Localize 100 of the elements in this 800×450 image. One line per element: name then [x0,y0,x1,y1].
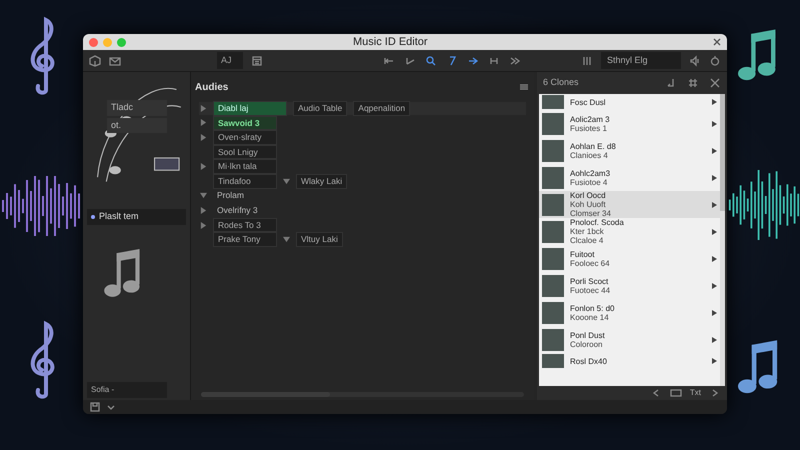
tag-label[interactable]: Wlaky Laki [296,174,348,189]
horizontal-scrollbar[interactable] [201,392,524,397]
levels-icon[interactable] [581,54,593,66]
photo-placeholder [542,140,564,162]
clone-text: Clanioes 4 [570,150,609,160]
tree-item[interactable]: Sool Lnigy [213,144,277,160]
photo-placeholder [542,166,564,188]
sound-wave-drawing [728,170,800,240]
fast-forward-icon[interactable] [509,54,521,66]
clone-list-item[interactable]: Rosl Dx40 [539,353,720,369]
chevron-right-icon[interactable] [712,202,717,208]
save-icon[interactable] [89,401,101,413]
tree-item[interactable]: Sawvoid 3 [213,116,277,130]
sidebar-item[interactable]: ot. [107,118,167,133]
expanded-arrow-icon[interactable] [283,236,290,244]
tree-item[interactable]: Prake Tony [213,232,277,248]
collapsed-arrow-icon[interactable] [200,163,206,170]
dropdown-field[interactable]: Sofia - [87,382,167,398]
chevron-right-icon[interactable] [712,256,717,262]
chevron-right-icon[interactable] [712,120,717,126]
clone-text: Fooloec 64 [570,258,611,268]
calendar-icon[interactable] [251,54,263,66]
speaker-icon[interactable] [689,54,701,66]
photo-placeholder [542,248,564,270]
collapsed-arrow-icon[interactable] [200,104,206,112]
clone-list-item[interactable]: Aohlan E. d8 Clanioes 4 [539,137,720,164]
clone-text: Fonlon 5: d0 [570,304,616,312]
clone-list-item[interactable]: Fuitoot Fooloec 64 [539,245,720,272]
photo-placeholder [542,220,564,242]
chevron-right-icon[interactable] [712,174,717,180]
close-icon[interactable] [713,38,721,46]
photo-placeholder [542,194,564,216]
clone-text: Kter 1bck [570,227,605,236]
tag-label[interactable]: Audio Table [293,100,348,116]
sidebar-item[interactable]: Plaslt tem [87,209,186,224]
photo-placeholder [542,302,564,324]
vertical-scrollbar[interactable] [720,94,725,386]
collapsed-arrow-icon[interactable] [200,222,206,229]
clone-text: Fusiotoe 4 [570,178,608,186]
tree-item[interactable]: Prolam [213,189,248,202]
number-field[interactable]: AJ [217,52,243,70]
keyboard-icon[interactable] [670,387,682,399]
collapsed-arrow-icon[interactable] [200,206,206,214]
clone-text: Fusiotes 1 [570,124,608,132]
tag-label[interactable]: Aqpenalition [353,100,410,116]
tag-label[interactable]: Vltuy Laki [296,232,343,248]
sidebar-item[interactable]: Tladc [107,100,167,116]
clone-text: Aohlan E. d8 [570,142,617,150]
clone-list-item[interactable]: Korl Oocd Koh Uuoft Clomser 34 [539,191,720,218]
tree-item[interactable]: Mi·lkn tala [213,159,277,174]
clone-text: Fuotoec 44 [570,286,612,294]
chevron-right-icon[interactable] [712,358,717,364]
chevron-right-icon[interactable] [712,282,717,288]
clone-text: Rosl Dx40 [570,356,608,366]
clone-text: Korl Oocd [570,191,607,200]
chevron-right-icon[interactable] [712,228,717,234]
clone-text: Kooone 14 [570,312,610,322]
clone-text: Fosc Dusl [570,98,607,106]
clone-list-item[interactable]: Fonlon 5: d0 Kooone 14 [539,299,720,326]
photo-placeholder [542,95,564,109]
play-icon[interactable] [467,54,479,66]
close-icon[interactable] [709,77,721,89]
chevron-right-icon[interactable] [712,310,717,316]
chevron-right-icon[interactable] [712,336,717,342]
clone-list-item[interactable]: Porli Scoct Fuotoec 44 [539,272,720,299]
clone-list-item[interactable]: Pnolocf. Scoda Kter 1bck Clcaloe 4 [539,218,720,245]
expanded-arrow-icon[interactable] [283,178,290,185]
search-icon[interactable] [425,54,437,66]
timer-icon[interactable] [709,54,721,66]
clone-list-item[interactable]: Fosc Dusl [539,94,720,110]
tree-item[interactable]: Tindafoo [213,174,277,189]
mail-icon[interactable] [109,54,121,66]
clone-list-item[interactable]: Aolic2am 3 Fusiotes 1 [539,110,720,137]
grid-icon[interactable] [687,77,699,89]
footer-label: Txt [690,387,701,399]
clone-text: Koh Uuoft [570,200,607,209]
photo-placeholder [542,354,564,368]
clone-text: Aohlc2am3 [570,168,612,178]
photo-placeholder [542,328,564,350]
window-title: Music ID Editor [353,34,428,50]
expanded-arrow-icon[interactable] [200,192,206,200]
collapsed-arrow-icon[interactable] [200,119,206,126]
photo-placeholder [542,112,564,134]
clone-text: Fuitoot [570,250,596,258]
chevron-right-icon[interactable] [712,148,717,154]
clone-text: Coloroon [570,340,604,348]
clone-text: Aolic2am 3 [570,114,611,124]
clone-list-item[interactable]: Ponl Dust Coloroon [539,326,720,353]
tree-item[interactable]: Oven·slraty [213,130,277,145]
tree-item[interactable]: Ovelrifny 3 [213,204,262,217]
panel-title: 6 Clones [543,76,580,90]
cube-icon[interactable] [89,54,101,66]
clone-text: Clomser 34 [570,209,612,218]
tree-item[interactable]: Diabl laj [213,100,287,116]
chevron-right-icon[interactable] [712,99,717,105]
close-button[interactable] [89,38,98,46]
search-field[interactable]: Sthnyl Elg [601,52,681,70]
tree-item[interactable]: Rodes To 3 [213,218,277,232]
collapsed-arrow-icon[interactable] [200,134,206,141]
clone-list-item[interactable]: Aohlc2am3 Fusiotoe 4 [539,164,720,191]
